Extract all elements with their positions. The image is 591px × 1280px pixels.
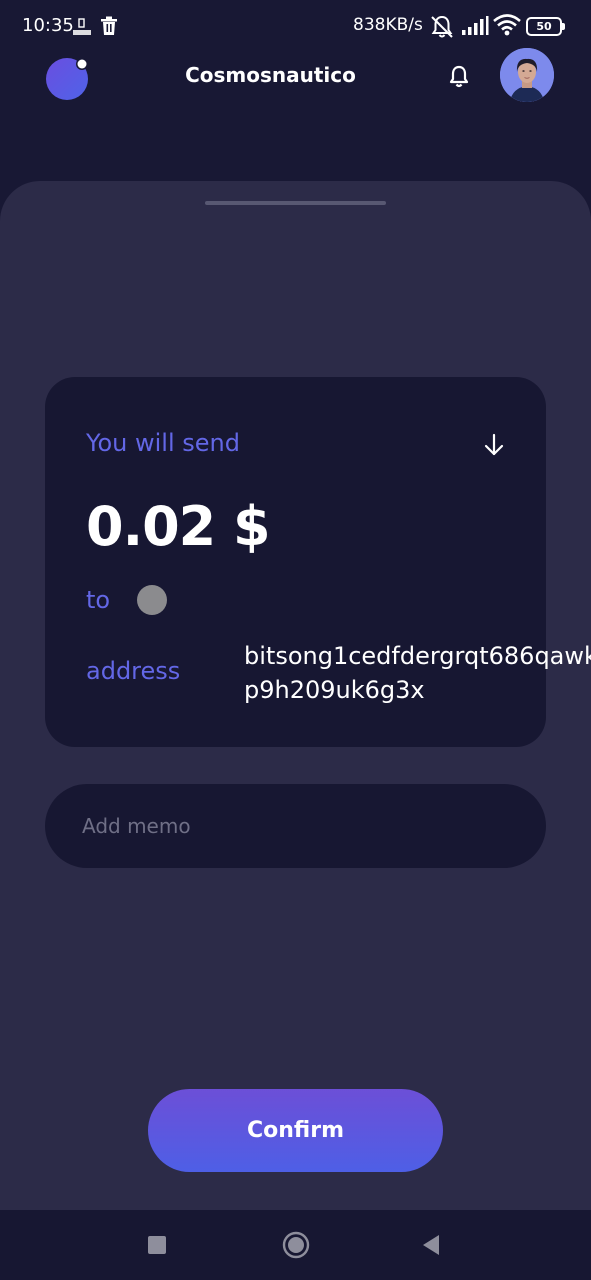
arrow-down-icon[interactable] [481,432,507,458]
network-speed: 838KB/s [353,15,423,35]
recipient-avatar [137,585,167,615]
battery-cap [562,23,565,30]
address-value: bitsong1cedfdergrqt686qawkr9wjp9h209uk6g… [244,642,591,704]
send-amount: 0.02 $ [86,495,271,558]
http-icon [73,18,91,35]
confirm-button[interactable]: Confirm [148,1089,443,1172]
signal-icon [462,16,489,35]
battery-icon: 50 [526,17,566,36]
avatar[interactable] [500,48,554,102]
status-bar: 10:35 838KB/s 50 [0,0,591,52]
address-label: address [86,657,181,685]
to-label: to [86,586,111,614]
send-summary-card: You will send 0.02 $ to address bitsong1… [45,377,591,747]
status-time: 10:35 [22,15,74,36]
memo-input[interactable] [45,784,546,868]
memo-field[interactable] [45,784,546,868]
recents-icon[interactable] [148,1236,166,1254]
bell-icon[interactable] [445,62,473,90]
battery-level: 50 [536,20,552,33]
app-title-text: Cosmosnautico [185,63,356,87]
wifi-icon [493,14,521,36]
home-icon[interactable] [282,1231,310,1259]
system-nav-bar [0,1210,591,1280]
bell-off-icon [431,15,453,38]
trash-icon [101,16,117,35]
back-icon[interactable] [421,1234,441,1256]
send-label: You will send [86,429,240,457]
bottom-sheet: You will send 0.02 $ to address bitsong1… [0,181,591,1211]
app-header: Cosmosnautico [0,48,591,106]
drag-handle[interactable] [205,201,386,205]
screen: 10:35 838KB/s 50 Cosmosnautico You will … [0,0,591,1280]
